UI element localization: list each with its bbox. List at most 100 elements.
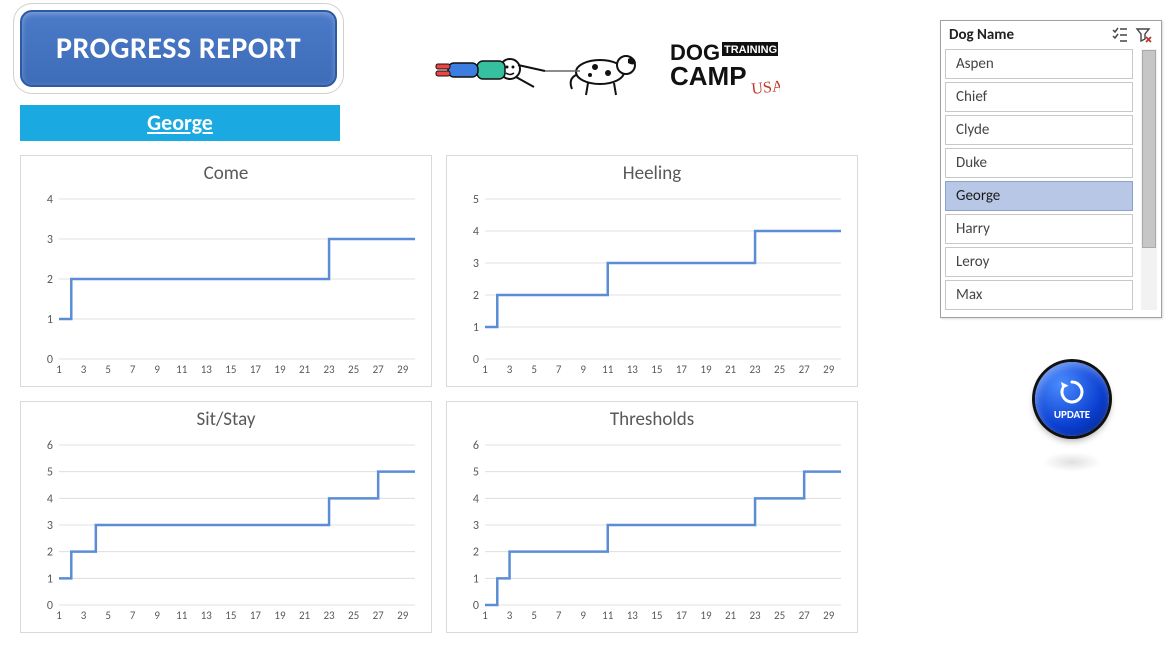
svg-text:25: 25 bbox=[774, 363, 785, 376]
svg-text:5: 5 bbox=[105, 363, 111, 376]
svg-text:27: 27 bbox=[799, 363, 811, 376]
svg-text:11: 11 bbox=[176, 363, 188, 376]
svg-text:17: 17 bbox=[250, 363, 262, 376]
slicer-item-label: Harry bbox=[956, 220, 990, 238]
update-label: UPDATE bbox=[1054, 408, 1090, 421]
svg-text:25: 25 bbox=[774, 609, 785, 622]
svg-text:3: 3 bbox=[473, 257, 479, 271]
svg-text:7: 7 bbox=[130, 609, 136, 622]
svg-text:13: 13 bbox=[627, 609, 639, 622]
svg-text:TRAINING: TRAINING bbox=[724, 44, 777, 56]
svg-text:23: 23 bbox=[323, 363, 335, 376]
svg-text:7: 7 bbox=[556, 363, 562, 376]
svg-text:23: 23 bbox=[749, 609, 761, 622]
svg-text:3: 3 bbox=[507, 363, 513, 376]
logo-area: DOG TRAINING CAMP USA bbox=[430, 35, 780, 105]
svg-text:5: 5 bbox=[473, 466, 479, 480]
svg-text:3: 3 bbox=[47, 233, 53, 247]
svg-text:6: 6 bbox=[473, 439, 479, 453]
svg-text:27: 27 bbox=[373, 609, 385, 622]
svg-text:6: 6 bbox=[47, 439, 53, 453]
svg-text:3: 3 bbox=[81, 363, 87, 376]
svg-text:19: 19 bbox=[274, 363, 286, 376]
slicer-item[interactable]: Harry bbox=[945, 214, 1133, 244]
svg-text:29: 29 bbox=[823, 363, 835, 376]
slicer-item[interactable]: George bbox=[945, 181, 1133, 211]
slicer-item[interactable]: Max bbox=[945, 280, 1133, 310]
clear-filter-icon[interactable] bbox=[1135, 26, 1153, 44]
svg-text:4: 4 bbox=[473, 225, 479, 239]
svg-text:19: 19 bbox=[700, 609, 712, 622]
logo-text-icon: DOG TRAINING CAMP USA bbox=[670, 38, 780, 102]
svg-text:1: 1 bbox=[473, 572, 479, 586]
chart-line bbox=[485, 472, 841, 605]
svg-text:17: 17 bbox=[250, 609, 262, 622]
svg-text:11: 11 bbox=[602, 363, 614, 376]
svg-text:2: 2 bbox=[473, 289, 479, 303]
slicer-item[interactable]: Aspen bbox=[945, 49, 1133, 79]
svg-text:0: 0 bbox=[473, 599, 479, 613]
svg-text:29: 29 bbox=[397, 363, 409, 376]
svg-text:2: 2 bbox=[47, 273, 53, 287]
chart-panel: Thresholds012345613579111315171921232527… bbox=[446, 401, 858, 633]
slicer-item-label: Chief bbox=[956, 88, 987, 106]
svg-text:17: 17 bbox=[676, 363, 688, 376]
svg-text:9: 9 bbox=[154, 363, 160, 376]
svg-text:15: 15 bbox=[225, 363, 236, 376]
svg-text:CAMP: CAMP bbox=[670, 61, 747, 91]
slicer-item[interactable]: Leroy bbox=[945, 247, 1133, 277]
svg-text:0: 0 bbox=[473, 353, 479, 367]
multi-select-icon[interactable] bbox=[1111, 26, 1129, 44]
slicer-item-label: Duke bbox=[956, 154, 987, 172]
chart-title: Thresholds bbox=[455, 408, 849, 431]
svg-text:2: 2 bbox=[47, 546, 53, 560]
selected-dog-name: George bbox=[147, 109, 213, 136]
slicer-item-label: Leroy bbox=[956, 253, 989, 271]
svg-text:2: 2 bbox=[473, 546, 479, 560]
chart-title: Come bbox=[29, 162, 423, 185]
svg-text:9: 9 bbox=[580, 609, 586, 622]
svg-text:0: 0 bbox=[47, 353, 53, 367]
svg-text:7: 7 bbox=[130, 363, 136, 376]
slicer-item-label: Max bbox=[956, 286, 982, 304]
slicer-item[interactable]: Duke bbox=[945, 148, 1133, 178]
slicer-item[interactable]: Chief bbox=[945, 82, 1133, 112]
chart-panel: Sit/Stay01234561357911131517192123252729 bbox=[20, 401, 432, 633]
selected-dog-banner: George bbox=[20, 105, 340, 141]
svg-text:21: 21 bbox=[299, 363, 311, 376]
slicer-item-label: Aspen bbox=[956, 55, 994, 73]
title-banner: PROGRESS REPORT bbox=[20, 10, 337, 87]
svg-text:1: 1 bbox=[473, 321, 479, 335]
svg-text:3: 3 bbox=[81, 609, 87, 622]
chart-title: Sit/Stay bbox=[29, 408, 423, 431]
svg-text:5: 5 bbox=[531, 609, 537, 622]
slicer-scroll-thumb[interactable] bbox=[1142, 50, 1156, 248]
svg-text:7: 7 bbox=[556, 609, 562, 622]
svg-text:19: 19 bbox=[274, 609, 286, 622]
svg-text:USA: USA bbox=[751, 78, 780, 98]
svg-text:17: 17 bbox=[676, 609, 688, 622]
svg-text:15: 15 bbox=[225, 609, 236, 622]
svg-text:3: 3 bbox=[47, 519, 53, 533]
chart-svg: 0123451357911131517192123252729 bbox=[455, 189, 849, 381]
svg-text:5: 5 bbox=[473, 193, 479, 207]
slicer-scrollbar[interactable] bbox=[1141, 49, 1157, 310]
svg-text:25: 25 bbox=[348, 609, 359, 622]
svg-text:3: 3 bbox=[507, 609, 513, 622]
svg-text:21: 21 bbox=[725, 363, 737, 376]
svg-text:21: 21 bbox=[299, 609, 311, 622]
svg-text:5: 5 bbox=[531, 363, 537, 376]
slicer-item[interactable]: Clyde bbox=[945, 115, 1133, 145]
svg-text:0: 0 bbox=[47, 599, 53, 613]
svg-text:5: 5 bbox=[47, 466, 53, 480]
svg-text:19: 19 bbox=[700, 363, 712, 376]
svg-text:21: 21 bbox=[725, 609, 737, 622]
update-button[interactable]: UPDATE bbox=[1035, 362, 1109, 436]
svg-text:1: 1 bbox=[56, 363, 62, 376]
svg-text:13: 13 bbox=[627, 363, 639, 376]
svg-text:15: 15 bbox=[651, 609, 662, 622]
svg-text:9: 9 bbox=[580, 363, 586, 376]
svg-text:11: 11 bbox=[602, 609, 614, 622]
page-title: PROGRESS REPORT bbox=[56, 30, 301, 67]
chart-panel: Heeling0123451357911131517192123252729 bbox=[446, 155, 858, 387]
